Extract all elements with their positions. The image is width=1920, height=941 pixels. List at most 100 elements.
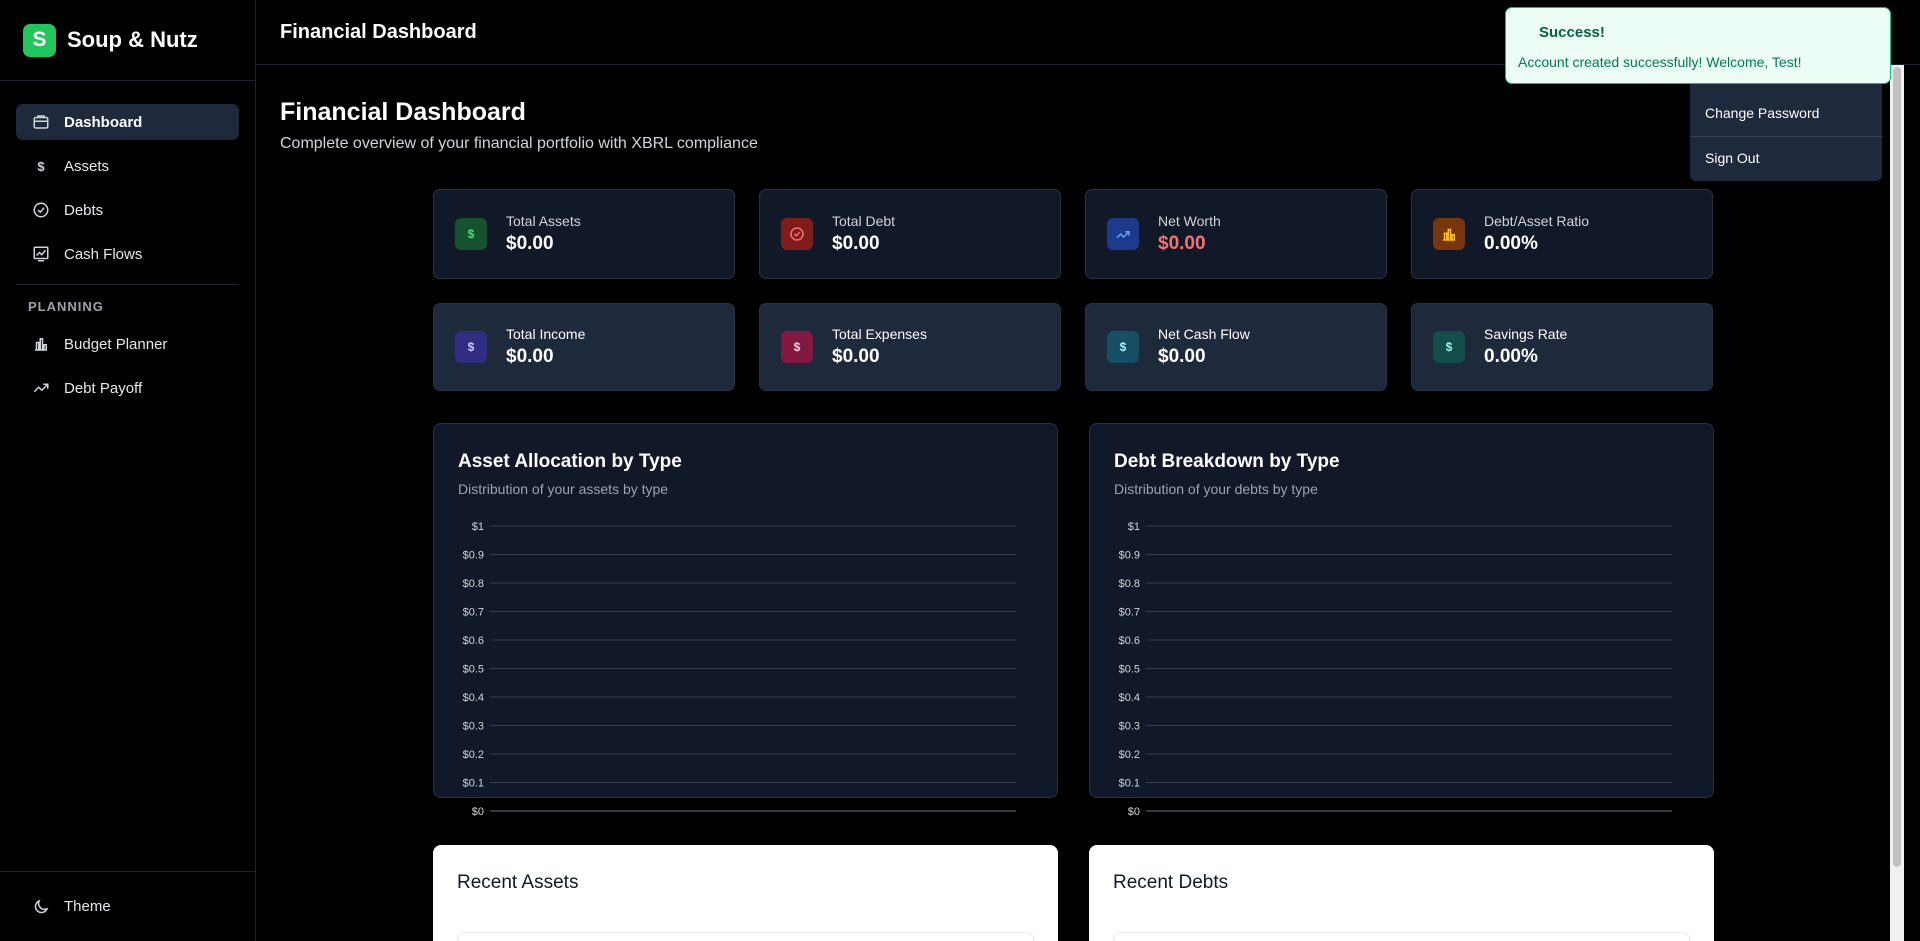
brand-logo: S xyxy=(23,23,56,57)
trending-icon xyxy=(32,379,50,397)
recent-debts-list xyxy=(1113,932,1690,941)
bar-chart-icon xyxy=(1433,218,1465,250)
asset-allocation-chart: $0 $0.1 $0.2 $0.3 $0.4 $0.5 $0.6 $0.7 $0.8 $0.9 $1 xyxy=(463,521,1016,818)
nav-divider xyxy=(16,284,239,285)
recent-assets-title: Recent Assets xyxy=(457,872,579,893)
y-tick-label: $0.3 xyxy=(463,721,484,733)
sidebar-item-dashboard[interactable]: Dashboard xyxy=(16,104,239,140)
sidebar-item-label: Cash Flows xyxy=(64,245,143,263)
chart-card-asset-allocation: Asset Allocation by Type Distribution of… xyxy=(433,423,1058,818)
sidebar-item-debts[interactable]: Debts xyxy=(16,192,239,228)
stat-label: Net Worth xyxy=(1158,213,1221,229)
stat-value: $0.00 xyxy=(832,233,880,254)
sidebar-item-debt-payoff[interactable]: Debt Payoff xyxy=(16,370,239,406)
stat-label: Total Assets xyxy=(506,213,581,229)
recent-debts-card: Recent Debts xyxy=(1089,845,1714,941)
y-tick-label: $0.5 xyxy=(463,664,484,676)
stat-label: Net Cash Flow xyxy=(1158,326,1250,342)
trending-icon xyxy=(1107,218,1139,250)
theme-toggle[interactable]: Theme xyxy=(0,871,256,941)
y-tick-label: $0.7 xyxy=(1119,607,1140,619)
bar-chart-icon xyxy=(32,335,50,353)
success-toast[interactable]: Success! Account created successfully! W… xyxy=(1505,7,1891,84)
y-tick-label: $0 xyxy=(1128,806,1140,818)
sidebar-item-budget-planner[interactable]: Budget Planner xyxy=(16,326,239,362)
main-scrollbar[interactable] xyxy=(1890,65,1904,941)
y-tick-label: $0.1 xyxy=(1119,778,1140,790)
y-tick-label: $0.4 xyxy=(463,692,484,704)
page-subtitle: Complete overview of your financial port… xyxy=(280,135,758,152)
stat-card-savings-rate: $ Savings Rate 0.00% xyxy=(1411,303,1713,391)
stat-card-net-worth: Net Worth $0.00 xyxy=(1085,189,1387,279)
y-tick-label: $0.7 xyxy=(463,607,484,619)
app-root: S Soup & Nutz Dashboard $ Assets Debts C… xyxy=(0,0,1920,941)
stat-value: 0.00% xyxy=(1484,346,1538,367)
brand[interactable]: S Soup & Nutz xyxy=(0,0,255,81)
y-tick-label: $0.5 xyxy=(1119,664,1140,676)
brand-name: Soup & Nutz xyxy=(67,27,198,52)
menu-item-change-password[interactable]: Change Password xyxy=(1705,105,1819,121)
stat-card-total-assets: $ Total Assets $0.00 xyxy=(433,189,735,279)
sidebar-item-cash-flows[interactable]: Cash Flows xyxy=(16,236,239,272)
y-tick-label: $0.1 xyxy=(463,778,484,790)
chart-card-debt-breakdown: Debt Breakdown by Type Distribution of y… xyxy=(1089,423,1714,818)
y-tick-label: $0.6 xyxy=(463,635,484,647)
recent-assets-list xyxy=(457,932,1034,941)
menu-divider xyxy=(1690,136,1882,137)
dollar-icon: $ xyxy=(37,158,45,174)
recent-assets-card: Recent Assets xyxy=(433,845,1058,941)
stat-card-total-income: $ Total Income $0.00 xyxy=(433,303,735,391)
recent-debts-title: Recent Debts xyxy=(1113,872,1229,893)
stat-value: $0.00 xyxy=(832,346,880,367)
sidebar-item-label: Debts xyxy=(64,201,104,219)
y-tick-label: $1 xyxy=(472,521,484,533)
sidebar-item-assets[interactable]: $ Assets xyxy=(16,148,239,184)
header-title: Financial Dashboard xyxy=(280,20,477,43)
stat-card-net-cash-flow: $ Net Cash Flow $0.00 xyxy=(1085,303,1387,391)
stat-label: Total Expenses xyxy=(832,326,927,342)
y-tick-label: $0.8 xyxy=(463,578,484,590)
y-tick-label: $0.3 xyxy=(1119,721,1140,733)
y-tick-label: $0.8 xyxy=(1119,578,1140,590)
sidebar-item-label: Dashboard xyxy=(64,113,143,131)
dollar-icon: $ xyxy=(455,331,487,363)
sidebar-item-label: Budget Planner xyxy=(64,335,168,353)
y-tick-label: $1 xyxy=(1128,521,1140,533)
stat-value: 0.00% xyxy=(1484,233,1538,254)
stat-card-total-expenses: $ Total Expenses $0.00 xyxy=(759,303,1061,391)
dollar-icon: $ xyxy=(1107,331,1139,363)
y-tick-label: $0.9 xyxy=(1119,550,1140,562)
y-tick-label: $0.9 xyxy=(463,550,484,562)
toast-message: Account created successfully! Welcome, T… xyxy=(1518,54,1802,70)
scrollbar-thumb[interactable] xyxy=(1893,67,1901,867)
dollar-icon: $ xyxy=(455,218,487,250)
stat-value: $0.00 xyxy=(506,346,554,367)
stat-label: Total Income xyxy=(506,326,586,342)
sidebar-item-label: Assets xyxy=(64,157,110,175)
dollar-icon: $ xyxy=(1433,331,1465,363)
debt-breakdown-chart: $0 $0.1 $0.2 $0.3 $0.4 $0.5 $0.6 $0.7 $0.8 $0.9 $1 xyxy=(1119,521,1672,818)
y-tick-label: $0.4 xyxy=(1119,692,1140,704)
user-dropdown-menu: Change Password Sign Out xyxy=(1690,78,1882,181)
page-title: Financial Dashboard xyxy=(280,98,526,126)
stat-value: $0.00 xyxy=(1158,346,1206,367)
stat-label: Debt/Asset Ratio xyxy=(1484,213,1590,229)
stat-card-debt-asset-ratio: Debt/Asset Ratio 0.00% xyxy=(1411,189,1713,279)
check-circle-icon xyxy=(32,201,50,219)
section-label-planning: PLANNING xyxy=(28,299,104,314)
stat-label: Total Debt xyxy=(832,213,896,229)
chart-line-icon xyxy=(32,245,50,263)
menu-item-sign-out[interactable]: Sign Out xyxy=(1705,150,1759,166)
sidebar-item-label: Debt Payoff xyxy=(64,379,143,397)
y-tick-label: $0.2 xyxy=(1119,749,1140,761)
stat-value: $0.00 xyxy=(1158,233,1206,254)
main-content: Financial Dashboard Complete overview of… xyxy=(256,65,1890,941)
y-tick-label: $0.6 xyxy=(1119,635,1140,647)
toast-title: Success! xyxy=(1539,24,1605,41)
dollar-icon: $ xyxy=(781,331,813,363)
check-circle-icon xyxy=(781,218,813,250)
stat-value: $0.00 xyxy=(506,233,554,254)
theme-label: Theme xyxy=(64,898,111,915)
moon-icon xyxy=(32,898,50,916)
sidebar: S Soup & Nutz Dashboard $ Assets Debts C… xyxy=(0,0,256,941)
